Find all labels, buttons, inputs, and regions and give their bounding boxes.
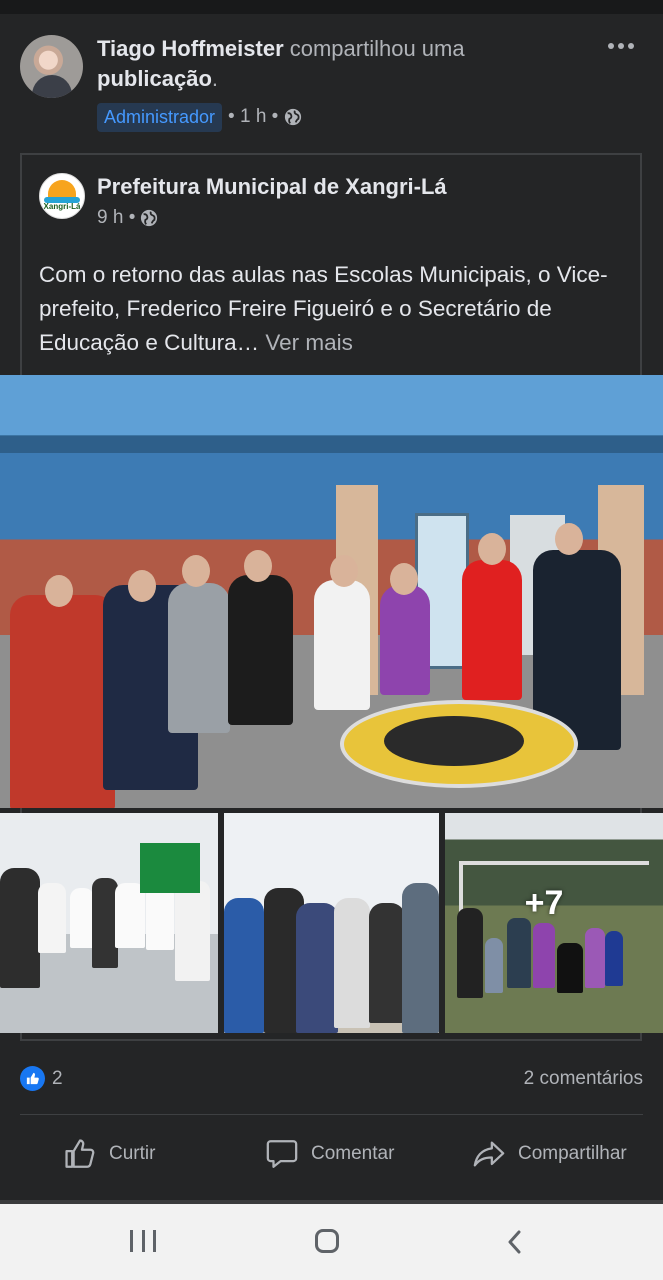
author-avatar[interactable]	[20, 35, 83, 98]
actions-divider	[20, 1114, 643, 1115]
like-label: Curtir	[109, 1143, 156, 1164]
comment-button[interactable]: Comentar	[265, 1130, 394, 1178]
page-logo-text: Xangri-Lá	[43, 202, 81, 211]
header-period: .	[211, 66, 219, 91]
comments-count[interactable]: 2 comentários	[524, 1066, 643, 1091]
like-reaction-icon[interactable]	[20, 1066, 45, 1091]
shared-post-time[interactable]: 9 h •	[97, 207, 135, 229]
share-action-text: compartilhou uma	[283, 36, 465, 61]
see-more-link[interactable]: Ver mais	[259, 330, 353, 355]
thumbs-up-icon	[65, 1139, 95, 1168]
shared-post-meta: 9 h •	[97, 207, 158, 229]
shared-page-name[interactable]: Prefeitura Municipal de Xangri-Lá	[97, 173, 447, 201]
post-action-bar: Curtir Comentar Compartilhar	[0, 1130, 663, 1178]
more-options-icon[interactable]	[605, 36, 637, 56]
shared-post-text: Com o retorno das aulas nas Escolas Muni…	[39, 258, 624, 360]
more-photos-count: +7	[524, 883, 564, 922]
page-logo[interactable]: Xangri-Lá	[39, 173, 85, 219]
share-icon	[473, 1141, 505, 1167]
author-name[interactable]: Tiago Hoffmeister	[97, 36, 284, 61]
admin-badge: Administrador	[97, 102, 223, 132]
comment-icon	[266, 1140, 298, 1168]
status-bar-strip	[0, 0, 663, 14]
main-photo[interactable]	[0, 375, 663, 808]
photo-thumbnail-1[interactable]	[0, 813, 218, 1033]
share-label: Compartilhar	[518, 1143, 627, 1164]
like-button[interactable]: Curtir	[63, 1130, 155, 1178]
home-icon[interactable]	[315, 1229, 339, 1253]
like-count[interactable]: 2	[52, 1066, 63, 1091]
more-photos-overlay[interactable]: +7	[445, 813, 663, 1033]
post-time[interactable]: • 1 h •	[228, 106, 278, 128]
globe-icon	[141, 209, 158, 227]
photo-thumbnail-2[interactable]	[224, 813, 439, 1033]
globe-icon	[285, 108, 302, 126]
recent-apps-icon[interactable]	[130, 1230, 156, 1254]
thumbs-up-icon	[26, 1072, 39, 1085]
post-meta: Administrador • 1 h •	[97, 101, 302, 133]
shared-object-link[interactable]: publicação	[97, 66, 212, 91]
comment-label: Comentar	[311, 1143, 395, 1164]
post-header: Tiago Hoffmeister compartilhou uma publi…	[97, 34, 587, 94]
share-button[interactable]: Compartilhar	[472, 1130, 627, 1178]
back-icon[interactable]	[505, 1228, 525, 1256]
